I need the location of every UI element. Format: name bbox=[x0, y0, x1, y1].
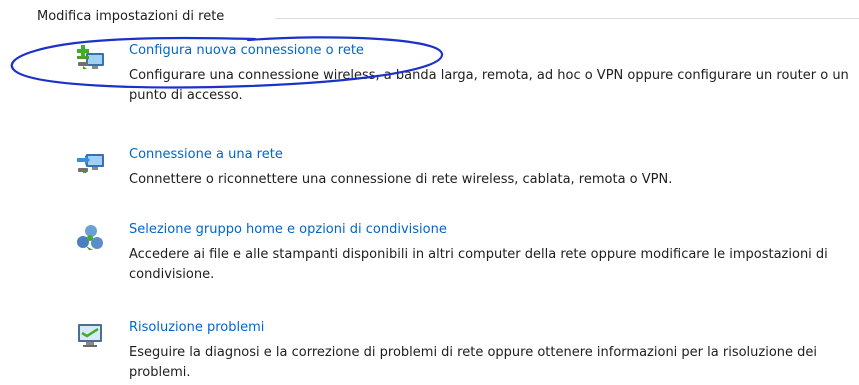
new-connection-link[interactable]: Configura nuova connessione o rete bbox=[129, 42, 364, 60]
section-divider bbox=[275, 18, 859, 19]
new-connection-description: Configurare una connessione wireless, a … bbox=[129, 68, 849, 103]
connect-network-icon bbox=[75, 148, 107, 176]
troubleshoot-description: Eseguire la diagnosi e la correzione di … bbox=[129, 345, 818, 380]
homegroup-description: Accedere ai file e alle stampanti dispon… bbox=[129, 247, 828, 282]
homegroup-icon bbox=[75, 223, 107, 251]
homegroup-link[interactable]: Selezione gruppo home e opzioni di condi… bbox=[129, 221, 447, 239]
section-header: Modifica impostazioni di rete bbox=[37, 8, 859, 28]
connect-network-link[interactable]: Connessione a una rete bbox=[129, 146, 283, 164]
new-connection-icon bbox=[75, 44, 107, 72]
troubleshoot-link[interactable]: Risoluzione problemi bbox=[129, 319, 264, 337]
connect-network-description: Connettere o riconnettere una connession… bbox=[129, 172, 673, 187]
section-title: Modifica impostazioni di rete bbox=[37, 9, 225, 24]
troubleshoot-icon bbox=[75, 321, 107, 349]
